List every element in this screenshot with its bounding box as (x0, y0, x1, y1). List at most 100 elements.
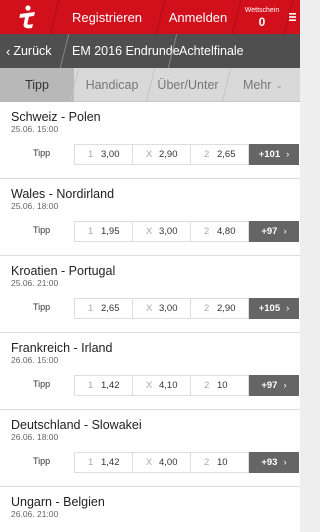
match-teams[interactable]: Ungarn - Belgien (11, 495, 105, 509)
bet-type-label: Tipp (33, 456, 51, 466)
more-bets-button[interactable]: +97 › (249, 221, 299, 242)
odd-draw-button[interactable]: X 4,00 (132, 452, 191, 473)
odd-home-button[interactable]: 1 1,95 (74, 221, 133, 242)
match-date: 25.06. 15:00 (11, 124, 59, 134)
chevron-right-icon: › (286, 149, 290, 160)
chevron-right-icon: › (283, 226, 287, 237)
odd-value: 2,65 (217, 149, 236, 160)
bet-type-label: Tipp (33, 379, 51, 389)
betslip-button[interactable]: Wettschein 0 (236, 0, 288, 34)
odd-value: 10 (217, 457, 228, 468)
odd-value: 2,90 (159, 149, 178, 160)
odd-key: 2 (204, 226, 210, 237)
login-button[interactable]: Anmelden (160, 0, 236, 34)
match-date: 25.06. 21:00 (11, 278, 59, 288)
market-tabs: Tipp Handicap Über/Unter Mehr ⌄ (0, 68, 300, 102)
tab-handicap[interactable]: Handicap (74, 68, 150, 102)
more-bets-count: +105 (258, 303, 281, 314)
breadcrumb-item-round[interactable]: Achtelfinale (179, 34, 289, 68)
odd-home-button[interactable]: 1 3,00 (74, 144, 133, 165)
odd-draw-button[interactable]: X 3,00 (132, 298, 191, 319)
odd-key: 2 (204, 303, 210, 314)
tab-tipp[interactable]: Tipp (0, 68, 74, 102)
match-teams[interactable]: Frankreich - Irland (11, 341, 112, 355)
match-date: 26.06. 15:00 (11, 355, 59, 365)
bet-type-label: Tipp (33, 148, 51, 158)
top-bar: Registrieren Anmelden Wettschein 0 (0, 0, 300, 34)
odd-key: 1 (88, 303, 94, 314)
odd-key: X (146, 226, 153, 237)
more-bets-button[interactable]: +105 › (249, 298, 299, 319)
back-label: Zurück (13, 44, 52, 58)
match-row: Wales - Nordirland 25.06. 18:00 Tipp 1 1,… (0, 179, 300, 256)
odd-draw-button[interactable]: X 2,90 (132, 144, 191, 165)
hamburger-icon (289, 13, 296, 21)
chevron-right-icon: › (283, 380, 287, 391)
betslip-label: Wettschein (244, 6, 280, 14)
odd-value: 3,00 (159, 226, 178, 237)
odd-key: X (146, 380, 153, 391)
breadcrumb: ‹ Zurück EM 2016 Endrunde Achtelfinale (0, 34, 300, 68)
odd-value: 1,95 (101, 226, 120, 237)
match-date: 26.06. 21:00 (11, 509, 59, 519)
menu-button[interactable] (288, 0, 300, 34)
odd-key: 2 (204, 457, 210, 468)
odd-value: 2,90 (217, 303, 236, 314)
odd-home-button[interactable]: 1 2,65 (74, 298, 133, 319)
odd-value: 4,00 (159, 457, 178, 468)
odd-away-button[interactable]: 2 10 (190, 452, 249, 473)
odd-away-button[interactable]: 2 10 (190, 375, 249, 396)
breadcrumb-item-competition[interactable]: EM 2016 Endrunde (72, 34, 180, 68)
match-row: Deutschland - Slowakei 26.06. 18:00 Tipp… (0, 410, 300, 487)
match-row: Frankreich - Irland 26.06. 15:00 Tipp 11… (0, 333, 300, 410)
betslip-count: 0 (258, 14, 266, 29)
match-teams[interactable]: Kroatien - Portugal (11, 264, 115, 278)
odd-home-button[interactable]: 1 1,42 (74, 375, 133, 396)
tipico-logo[interactable] (0, 0, 54, 34)
odd-draw-button[interactable]: X 4,10 (132, 375, 191, 396)
match-row: Ungarn - Belgien 26.06. 21:00 (0, 487, 300, 532)
more-bets-button[interactable]: +97 › (249, 375, 299, 396)
more-bets-button[interactable]: +93 › (249, 452, 299, 473)
match-date: 25.06. 18:00 (11, 201, 59, 211)
odd-draw-button[interactable]: X 3,00 (132, 221, 191, 242)
tab-more-label: Mehr (242, 78, 272, 92)
back-button[interactable]: ‹ Zurück (6, 34, 62, 68)
odd-value: 3,00 (101, 149, 120, 160)
odd-value: 4,10 (159, 380, 178, 391)
odd-key: X (146, 457, 153, 468)
odd-value: 1,42 (101, 380, 120, 391)
odd-away-button[interactable]: 2 4,80 (190, 221, 249, 242)
bet-type-label: Tipp (33, 302, 51, 312)
match-list: Schweiz - Polen 25.06. 15:00 Tipp 1 3,00 … (0, 102, 300, 532)
odd-key: 1 (88, 226, 94, 237)
more-bets-count: +101 (258, 149, 281, 160)
match-date: 26.06. 18:00 (11, 432, 59, 442)
bet-type-label: Tipp (33, 225, 51, 235)
chevron-down-icon: ⌄ (275, 79, 284, 90)
tab-more[interactable]: Mehr ⌄ (226, 68, 300, 102)
odd-key: 1 (88, 149, 94, 160)
odd-key: 2 (204, 380, 210, 391)
odd-value: 3,00 (159, 303, 178, 314)
chevron-left-icon: ‹ (6, 43, 11, 59)
odd-key: X (146, 303, 153, 314)
chevron-right-icon: › (283, 457, 287, 468)
odd-key: 1 (88, 457, 94, 468)
match-row: Kroatien - Portugal 25.06. 21:00 Tipp 12… (0, 256, 300, 333)
match-teams[interactable]: Deutschland - Slowakei (11, 418, 142, 432)
odd-key: X (146, 149, 153, 160)
odd-away-button[interactable]: 2 2,90 (190, 298, 249, 319)
match-teams[interactable]: Wales - Nordirland (11, 187, 114, 201)
odd-away-button[interactable]: 2 2,65 (190, 144, 249, 165)
match-row: Schweiz - Polen 25.06. 15:00 Tipp 1 3,00 … (0, 102, 300, 179)
odd-key: 1 (88, 380, 94, 391)
register-button[interactable]: Registrieren (54, 0, 160, 34)
chevron-right-icon: › (286, 303, 290, 314)
odd-home-button[interactable]: 1 1,42 (74, 452, 133, 473)
match-teams[interactable]: Schweiz - Polen (11, 110, 101, 124)
tab-over-under[interactable]: Über/Unter (150, 68, 226, 102)
more-bets-count: +97 (261, 226, 278, 237)
more-bets-button[interactable]: +101 › (249, 144, 299, 165)
odd-value: 2,65 (101, 303, 120, 314)
